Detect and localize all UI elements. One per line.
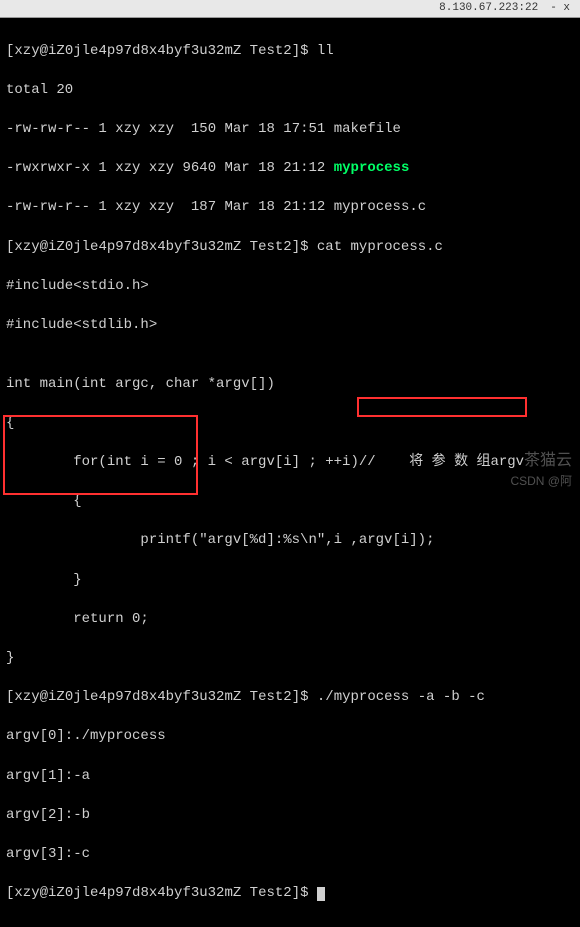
prompt-path: Test2 (250, 43, 292, 59)
src-include1: #include<stdio.h> (6, 277, 574, 297)
watermark-top: 茶猫云 (524, 450, 572, 472)
window-titlebar: 8.130.67.223:22 - x (0, 0, 580, 18)
src-close-brace: } (6, 649, 574, 669)
prompt-line-1: [xzy@iZ0jle4p97d8x4byf3u32mZ Test2]$ ll (6, 42, 574, 62)
prompt-suffix: $ (300, 43, 308, 59)
ll-total: total 20 (6, 81, 574, 101)
src-printf: printf("argv[%d]:%s\n",i ,argv[i]); (6, 531, 574, 551)
terminal[interactable]: [xzy@iZ0jle4p97d8x4byf3u32mZ Test2]$ ll … (0, 18, 580, 927)
run-out-2: argv[2]:-b (6, 806, 574, 826)
run-out-1: argv[1]:-a (6, 767, 574, 787)
run-out-0: argv[0]:./myprocess (6, 727, 574, 747)
prompt-line-2: [xzy@iZ0jle4p97d8x4byf3u32mZ Test2]$ cat… (6, 238, 574, 258)
run-out-3: argv[3]:-c (6, 845, 574, 865)
prompt-line-3: [xzy@iZ0jle4p97d8x4byf3u32mZ Test2]$ ./m… (6, 688, 574, 708)
ll-row: -rw-rw-r-- 1 xzy xzy 187 Mar 18 21:12 my… (6, 198, 574, 218)
ll-row: -rw-rw-r-- 1 xzy xzy 150 Mar 18 17:51 ma… (6, 120, 574, 140)
file-myprocess: myprocess (334, 160, 410, 176)
file-makefile: makefile (334, 121, 401, 137)
src-main-sig: int main(int argc, char *argv[]) (6, 375, 574, 395)
cmd-ll: ll (317, 43, 334, 59)
src-close-brace-2: } (6, 571, 574, 591)
prompt-line-4: [xzy@iZ0jle4p97d8x4byf3u32mZ Test2]$ (6, 884, 574, 904)
src-include2: #include<stdlib.h> (6, 316, 574, 336)
src-for-comment: 将 参 数 组argv (376, 454, 524, 470)
titlebar-close-label[interactable]: - x (544, 1, 576, 16)
src-open-brace-2: { (6, 492, 574, 512)
ll-row: -rwxrwxr-x 1 xzy xzy 9640 Mar 18 21:12 m… (6, 159, 574, 179)
src-for-line: for(int i = 0 ; i < argv[i] ; ++i)// 将 参… (6, 453, 574, 473)
src-return: return 0; (6, 610, 574, 630)
watermark-bottom: CSDN @阿 (510, 473, 572, 490)
prompt-user: xzy (14, 43, 39, 59)
src-open-brace: { (6, 414, 574, 434)
cmd-run: ./myprocess -a -b -c (317, 689, 485, 705)
titlebar-ip: 8.130.67.223:22 (433, 1, 544, 16)
prompt-host: iZ0jle4p97d8x4byf3u32mZ (48, 43, 241, 59)
file-myprocess-c: myprocess.c (334, 199, 426, 215)
cmd-cat: cat myprocess.c (317, 239, 443, 255)
cursor-block (317, 887, 325, 901)
